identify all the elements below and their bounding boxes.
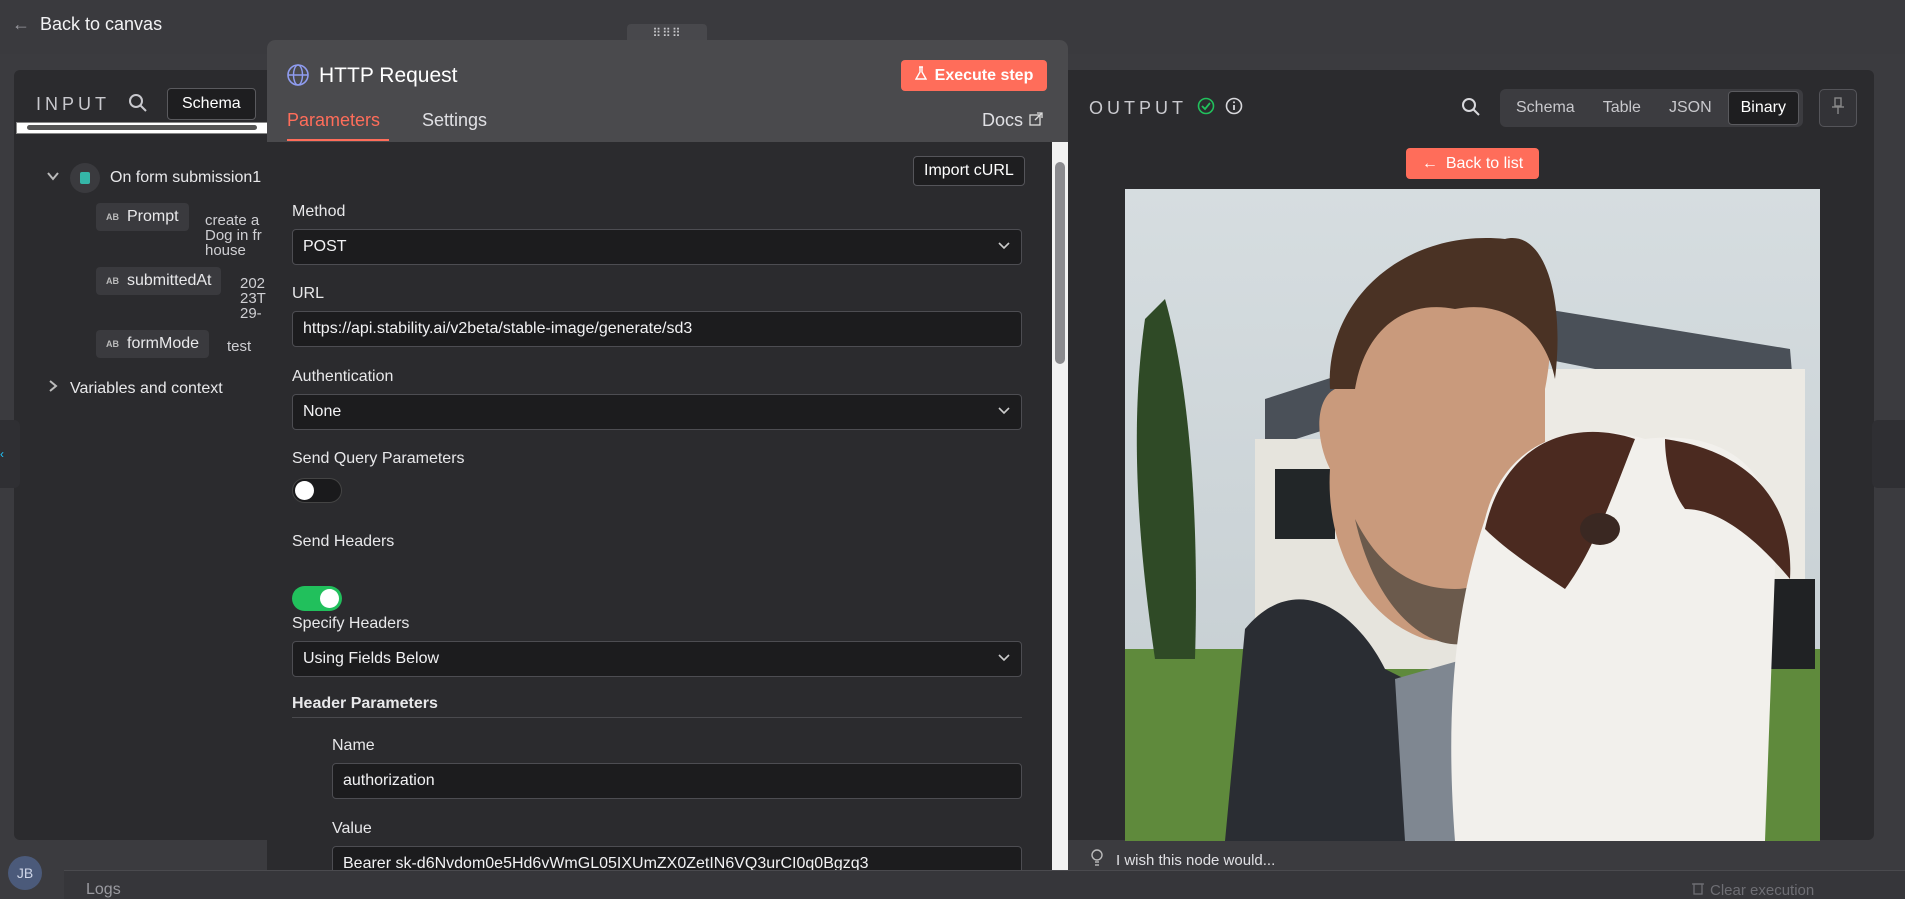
logs-label[interactable]: Logs [86, 881, 121, 899]
schema-field-submittedat[interactable]: AB submittedAt [96, 267, 222, 295]
lightbulb-icon [1090, 849, 1104, 871]
horizontal-scrollbar[interactable] [16, 122, 268, 134]
chevron-down-icon [997, 403, 1011, 421]
field-name: Prompt [127, 208, 179, 225]
header-value-input[interactable]: Bearer sk-d6Nvdom0e5Hd6vWmGL05IXUmZX0Zet… [332, 846, 1022, 870]
scrollbar-thumb[interactable] [27, 125, 257, 130]
chevron-down-icon[interactable] [46, 169, 60, 188]
left-edge-tab[interactable]: ‹ [0, 420, 20, 488]
clear-execution-button[interactable]: Clear execution [1692, 881, 1814, 899]
header-name-input[interactable]: authorization [332, 763, 1022, 799]
output-binary-image [1125, 189, 1820, 841]
url-label: URL [292, 285, 325, 302]
authentication-select[interactable]: None [292, 394, 1022, 430]
authentication-label: Authentication [292, 368, 394, 385]
header-name-label: Name [332, 737, 375, 754]
form-trigger-icon [70, 163, 100, 193]
tab-parameters[interactable]: Parameters [287, 110, 389, 141]
flask-icon [914, 66, 927, 85]
output-view-tabs: Schema Table JSON Binary [1500, 89, 1803, 127]
arrow-left-icon: ← [12, 14, 30, 34]
avatar[interactable]: JB [8, 856, 42, 890]
back-to-list-button[interactable]: ← Back to list [1406, 148, 1539, 179]
chevron-down-icon [997, 650, 1011, 668]
execute-step-button[interactable]: Execute step [901, 60, 1047, 91]
specify-headers-select[interactable]: Using Fields Below [292, 641, 1022, 677]
pin-data-button[interactable] [1819, 89, 1857, 127]
arrow-left-icon: ← [1421, 154, 1438, 172]
tree-node-form-submission[interactable]: On form submission1 [46, 163, 261, 193]
right-edge-tab[interactable] [1872, 420, 1905, 488]
tree-node-label: On form submission1 [110, 169, 262, 186]
specify-headers-label: Specify Headers [292, 615, 410, 632]
success-check-icon [1197, 97, 1215, 120]
tab-settings[interactable]: Settings [422, 110, 487, 131]
variables-label: Variables and context [70, 379, 223, 397]
node-panel: HTTP Request Execute step Parameters Set… [267, 40, 1068, 870]
import-curl-button[interactable]: Import cURL [913, 156, 1025, 186]
field-value: create a Dog in fr house [205, 212, 262, 259]
external-link-icon [1029, 110, 1043, 131]
trash-icon [1692, 881, 1704, 899]
method-label: Method [292, 203, 346, 220]
divider [292, 717, 1022, 718]
globe-icon [286, 63, 310, 91]
field-name: submittedAt [127, 272, 212, 289]
send-headers-toggle[interactable] [292, 586, 342, 611]
logs-bar [64, 870, 1905, 899]
tab-json[interactable]: JSON [1657, 92, 1724, 124]
field-name: formMode [127, 335, 200, 352]
tab-table[interactable]: Table [1591, 92, 1653, 124]
schema-field-formmode[interactable]: AB formMode [96, 330, 210, 358]
variables-and-context[interactable]: Variables and context [46, 379, 223, 398]
scrollbar-thumb[interactable] [1055, 162, 1065, 364]
chevron-right-icon[interactable] [46, 379, 60, 398]
node-title[interactable]: HTTP Request [319, 64, 458, 88]
pin-icon [1830, 97, 1846, 119]
input-panel-title: INPUT [36, 94, 110, 114]
field-value: 202 23T 29- [240, 275, 266, 322]
string-type-icon: AB [106, 339, 119, 349]
tab-schema[interactable]: Schema [1504, 92, 1587, 124]
search-icon[interactable] [128, 93, 148, 117]
field-value: test [227, 338, 252, 355]
node-header: HTTP Request Execute step Parameters Set… [267, 40, 1068, 142]
send-query-toggle[interactable] [292, 478, 342, 503]
url-input[interactable]: https://api.stability.ai/v2beta/stable-i… [292, 311, 1022, 347]
output-panel-title: OUTPUT [1089, 97, 1243, 120]
tab-binary[interactable]: Binary [1727, 91, 1799, 125]
string-type-icon: AB [106, 212, 119, 222]
send-query-label: Send Query Parameters [292, 450, 465, 467]
header-parameters-label: Header Parameters [292, 695, 438, 712]
send-headers-label: Send Headers [292, 533, 395, 550]
string-type-icon: AB [106, 276, 119, 286]
chevron-down-icon [997, 238, 1011, 256]
back-to-canvas-button[interactable]: ← Back to canvas [12, 14, 162, 35]
info-icon[interactable] [1225, 97, 1243, 120]
method-select[interactable]: POST [292, 229, 1022, 265]
schema-field-prompt[interactable]: AB Prompt [96, 203, 189, 231]
search-icon[interactable] [1461, 97, 1481, 121]
feedback-prompt[interactable]: I wish this node would... [1090, 849, 1275, 871]
input-tab-schema[interactable]: Schema [167, 88, 256, 120]
docs-link[interactable]: Docs [982, 110, 1043, 131]
back-to-canvas-label: Back to canvas [40, 14, 163, 34]
header-value-label: Value [332, 820, 372, 837]
node-icon: ‹ [0, 447, 4, 461]
